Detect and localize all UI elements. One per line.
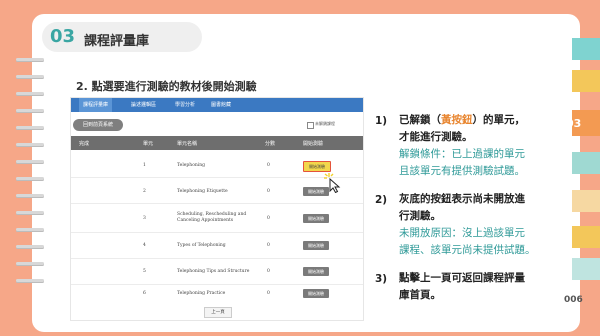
note-1: 已解鎖（黃按鈕）的單元， 才能進行測驗。 解鎖條件：已上過課的單元 且該單元有提… — [399, 112, 525, 180]
note-2: 灰底的按鈕表示尚未開放進 行測驗。 未開放原因：沒上過該單元 課程、該單元尚未提… — [399, 191, 536, 259]
name-cell: Telephoning Practice — [177, 291, 226, 296]
note-2-reason: 未開放原因：沒上過該單元 — [399, 227, 525, 239]
start-test-button[interactable]: 開始測驗 — [303, 267, 329, 276]
unit-cell: 5 — [143, 269, 146, 274]
note-1-number: 1) — [375, 115, 388, 127]
name-cell: Types of Telephoning — [177, 243, 226, 248]
start-test-button[interactable]: 開始測驗 — [303, 241, 329, 250]
table-row: 1 Telephoning 0 開始測驗 — [71, 152, 363, 178]
page-number: 006 — [564, 295, 583, 305]
name-cell: Telephoning — [177, 163, 206, 168]
note-1-condition: 解鎖條件：已上過課的單元 — [399, 148, 525, 160]
note-2-reason-2: 課程、該單元尚未提供試題。 — [399, 244, 536, 256]
note-2-number: 2) — [375, 194, 388, 206]
name-cell: Telephoning Tips and Structure — [177, 269, 250, 274]
back-button[interactable]: 回到前頁系統 — [73, 119, 123, 131]
score-cell: 0 — [267, 216, 270, 221]
col-done: 完成 — [79, 141, 90, 147]
note-3-number: 3) — [375, 273, 388, 285]
page-title: 課程評量庫 — [84, 34, 150, 49]
score-cell: 0 — [267, 243, 270, 248]
nav-item-library[interactable]: 圖書館藏 — [211, 101, 231, 108]
col-score: 分數 — [265, 141, 276, 147]
prev-page-button[interactable]: 上一頁 — [204, 307, 232, 318]
col-unit: 單元 — [143, 141, 154, 147]
embedded-screenshot: 課程評量庫 論述邏輯區 學習分析 圖書館藏 回到前頁系統 未解鎖課程 完成 單元… — [70, 97, 364, 321]
unlock-checkbox[interactable] — [307, 122, 314, 129]
score-cell: 0 — [267, 189, 270, 194]
nav-item-analysis[interactable]: 學習分析 — [175, 101, 195, 108]
note-3: 點擊上一頁可返回課程評量 庫首頁。 — [399, 270, 525, 304]
score-cell: 0 — [267, 163, 270, 168]
table-row: 4 Types of Telephoning 0 開始測驗 — [71, 233, 363, 259]
note-2-text-a: 灰底的按鈕表示尚未開放進 — [399, 193, 525, 205]
name-cell: Scheduling, Rescheduling and Canceling A… — [177, 212, 247, 223]
cursor-icon — [324, 173, 341, 193]
step-heading: 2. 點選要進行測驗的教材後開始測驗 — [76, 80, 257, 93]
score-cell: 0 — [267, 291, 270, 296]
nav-bar: 課程評量庫 論述邏輯區 學習分析 圖書館藏 — [71, 98, 363, 112]
section-number: 03 — [50, 26, 76, 47]
note-1-text-a: 已解鎖（ — [399, 114, 441, 126]
unit-cell: 1 — [143, 163, 146, 168]
col-start: 開始測驗 — [303, 141, 324, 147]
start-test-button[interactable]: 開始測驗 — [303, 214, 329, 223]
name-cell: Telephoning Etiquette — [177, 189, 228, 194]
nav-item-logic[interactable]: 論述邏輯區 — [131, 101, 156, 108]
start-test-button[interactable]: 開始測驗 — [303, 289, 329, 298]
table-row: 3 Scheduling, Rescheduling and Canceling… — [71, 204, 363, 233]
note-1-highlight: 黃按鈕 — [441, 114, 473, 126]
note-1-condition-2: 且該單元有提供測驗試題。 — [399, 165, 525, 177]
table-row: 6 Telephoning Practice 0 開始測驗 — [71, 285, 363, 303]
checkbox-label: 未解鎖課程 — [315, 121, 335, 126]
note-1-text-c: 才能進行測驗。 — [399, 131, 473, 143]
table-header: 完成 單元 單元名稱 分數 開始測驗 — [71, 136, 363, 150]
col-name: 單元名稱 — [177, 141, 198, 147]
unit-cell: 4 — [143, 243, 146, 248]
score-cell: 0 — [267, 269, 270, 274]
nav-item-assessment[interactable]: 課程評量庫 — [79, 98, 113, 112]
note-3-text-b: 庫首頁。 — [399, 289, 441, 301]
unit-cell: 6 — [143, 291, 146, 296]
active-tab-label: 03 — [566, 117, 582, 130]
unit-cell: 2 — [143, 189, 146, 194]
unit-cell: 3 — [143, 216, 146, 221]
note-3-text-a: 點擊上一頁可返回課程評量 — [399, 272, 525, 284]
table-row: 5 Telephoning Tips and Structure 0 開始測驗 — [71, 259, 363, 285]
table-row: 2 Telephoning Etiquette 0 開始測驗 — [71, 178, 363, 204]
note-1-text-b: ）的單元， — [472, 114, 526, 126]
note-2-text-b: 行測驗。 — [399, 210, 441, 222]
